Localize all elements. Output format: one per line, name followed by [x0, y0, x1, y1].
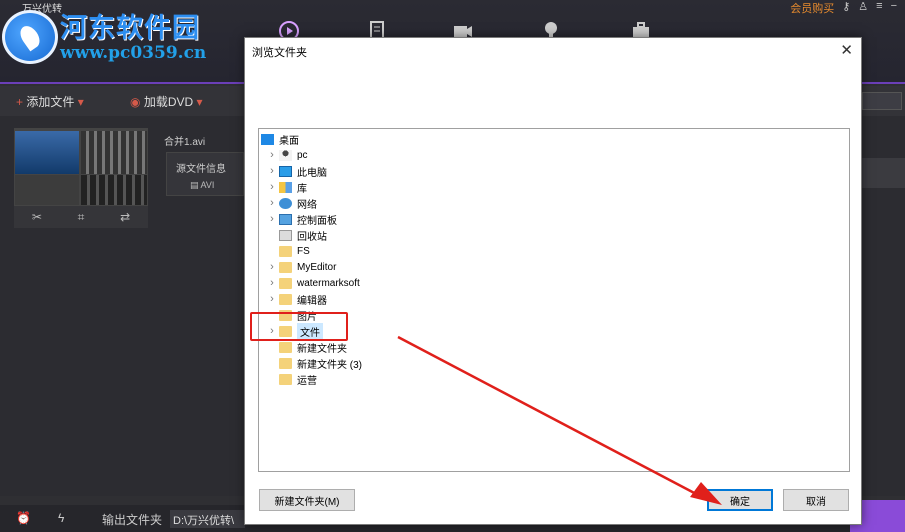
pointer-arrow	[397, 335, 722, 505]
